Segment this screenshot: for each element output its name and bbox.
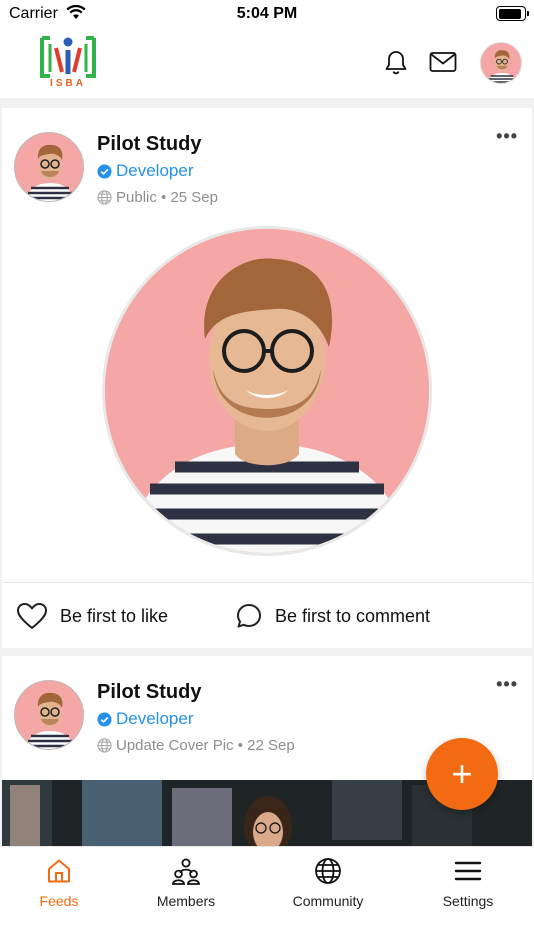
home-icon	[48, 859, 70, 883]
members-icon	[172, 858, 200, 885]
heart-icon	[17, 603, 47, 629]
post-card: Pilot Study Developer Public • 25 Sep ••…	[2, 108, 532, 648]
menu-icon	[454, 861, 482, 881]
tab-settings[interactable]: Settings	[408, 857, 528, 909]
post-meta: Public • 25 Sep	[97, 189, 218, 206]
more-options-icon[interactable]: •••	[496, 126, 518, 147]
status-time: 5:04 PM	[236, 5, 298, 22]
role-label: Developer	[116, 161, 194, 180]
battery-icon	[496, 6, 529, 21]
mail-icon	[429, 52, 457, 72]
battery-level	[498, 8, 521, 19]
tab-feeds[interactable]: Feeds	[0, 857, 119, 909]
tab-label: Feeds	[39, 893, 79, 909]
notifications-button[interactable]	[382, 48, 410, 76]
meta-label: Public • 25 Sep	[116, 189, 218, 206]
author-avatar[interactable]	[14, 680, 84, 750]
author-name[interactable]: Pilot Study	[97, 133, 201, 156]
app-header: ISBA	[0, 28, 534, 98]
person-avatar-icon	[481, 43, 521, 83]
globe-icon	[97, 738, 112, 753]
comment-button[interactable]: Be first to comment	[235, 602, 430, 630]
messages-button[interactable]	[429, 48, 457, 76]
person-avatar-icon	[15, 133, 83, 201]
verified-icon	[97, 711, 112, 727]
plus-icon: +	[451, 753, 473, 794]
bell-icon	[385, 51, 407, 75]
tab-community[interactable]: Community	[268, 857, 388, 909]
comment-label: Be first to comment	[275, 605, 431, 626]
logo-text: ISBA	[50, 78, 86, 89]
globe-icon	[315, 858, 341, 884]
author-role: Developer	[97, 709, 194, 729]
profile-avatar[interactable]	[480, 42, 522, 84]
create-post-button[interactable]: +	[426, 738, 498, 810]
tab-label: Community	[292, 893, 364, 909]
status-bar: Carrier 5:04 PM	[0, 0, 534, 28]
role-label: Developer	[116, 709, 194, 728]
like-button[interactable]: Be first to like	[16, 602, 168, 630]
tab-label: Members	[156, 893, 216, 909]
tab-members[interactable]: Members	[126, 857, 246, 909]
meta-label: Update Cover Pic • 22 Sep	[116, 737, 295, 754]
author-role: Developer	[97, 161, 194, 181]
person-photo	[105, 229, 429, 553]
verified-icon	[97, 163, 112, 179]
bottom-tab-bar: Feeds Members Community Settings	[0, 846, 534, 950]
person-avatar-icon	[15, 681, 83, 749]
divider	[2, 582, 532, 583]
globe-icon	[97, 190, 112, 205]
author-name[interactable]: Pilot Study	[97, 681, 201, 704]
comment-icon	[237, 604, 261, 628]
like-label: Be first to like	[60, 605, 169, 626]
tab-label: Settings	[442, 893, 494, 909]
more-options-icon[interactable]: •••	[496, 674, 518, 695]
post-image[interactable]	[102, 226, 432, 556]
post-meta: Update Cover Pic • 22 Sep	[97, 737, 295, 754]
author-avatar[interactable]	[14, 132, 84, 202]
